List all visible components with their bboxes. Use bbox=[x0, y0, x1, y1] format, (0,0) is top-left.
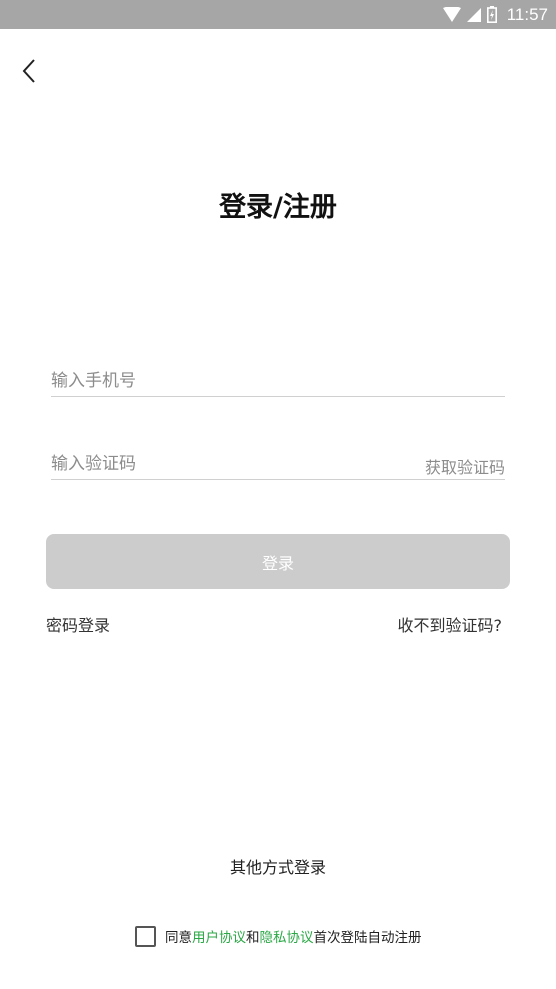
phone-field bbox=[51, 366, 505, 397]
agreement-and: 和 bbox=[246, 930, 260, 946]
agreement-prefix: 同意 bbox=[165, 930, 192, 946]
agreement-suffix: 首次登陆自动注册 bbox=[313, 930, 422, 946]
status-bar: 11:57 bbox=[0, 0, 556, 29]
status-icons: 11:57 bbox=[442, 0, 548, 29]
get-code-button[interactable]: 获取验证码 bbox=[425, 454, 505, 478]
code-field: 获取验证码 bbox=[51, 449, 505, 480]
status-time: 11:57 bbox=[506, 4, 548, 24]
phone-input[interactable] bbox=[51, 366, 351, 396]
agreement-row: 同意 用户协议 和 隐私协议 首次登陆自动注册 bbox=[135, 925, 422, 947]
no-code-link[interactable]: 收不到验证码? bbox=[398, 612, 503, 636]
signal-icon bbox=[466, 7, 481, 22]
back-button[interactable] bbox=[14, 58, 44, 88]
chevron-left-icon bbox=[22, 58, 36, 88]
code-input[interactable] bbox=[51, 449, 351, 479]
login-button[interactable]: 登录 bbox=[46, 534, 510, 589]
password-login-link[interactable]: 密码登录 bbox=[46, 612, 110, 636]
battery-icon bbox=[486, 6, 497, 23]
agreement-checkbox[interactable] bbox=[135, 925, 156, 947]
page-title: 登录/注册 bbox=[219, 192, 337, 223]
privacy-agreement-link[interactable]: 隐私协议 bbox=[260, 926, 314, 946]
user-agreement-link[interactable]: 用户协议 bbox=[192, 926, 246, 946]
other-login-link[interactable]: 其他方式登录 bbox=[0, 854, 556, 878]
wifi-icon bbox=[442, 7, 461, 22]
